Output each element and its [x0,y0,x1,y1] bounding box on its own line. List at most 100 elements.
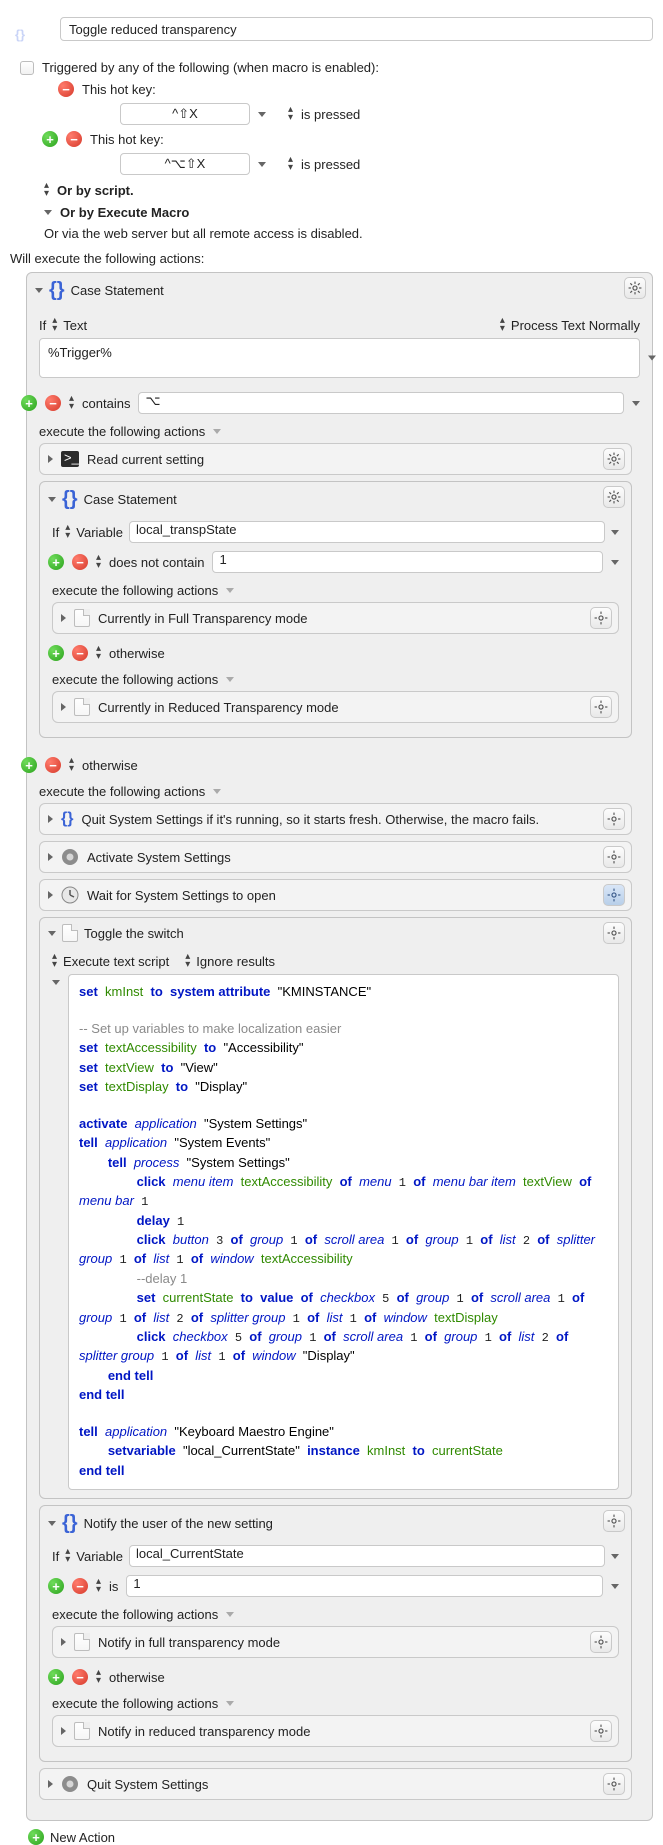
add-branch-button[interactable]: + [48,1669,64,1685]
branch-op[interactable]: otherwise [109,1670,165,1685]
add-trigger-button[interactable]: + [42,131,58,147]
disclosure-toggle[interactable] [48,891,53,899]
action-gear-button[interactable] [590,1720,612,1742]
disclosure-toggle[interactable] [48,497,56,502]
stepper-icon[interactable] [69,756,74,774]
hotkey-mode[interactable]: is pressed [301,107,360,122]
text-input[interactable]: %Trigger% [39,338,640,378]
exec-macro-trigger-label[interactable]: Or by Execute Macro [60,205,189,220]
process-text-label[interactable]: Process Text Normally [511,318,640,333]
case-statement-action[interactable]: {} Notify the user of the new setting If… [39,1505,632,1762]
action-gear-button[interactable] [624,277,646,299]
stepper-icon[interactable] [44,181,49,199]
stepper-icon[interactable] [288,105,293,123]
action-gear-button[interactable] [603,808,625,830]
chevron-down-icon[interactable] [213,789,221,794]
stepper-icon[interactable] [288,155,293,173]
action-row[interactable]: {} Quit System Settings if it's running,… [39,803,632,835]
variable-input[interactable]: local_CurrentState [129,1545,605,1567]
execute-mode[interactable]: Execute text script [63,954,169,969]
chevron-down-icon[interactable] [632,401,640,406]
action-row[interactable]: Currently in Full Transparency mode [52,602,619,634]
branch-op[interactable]: is [109,1579,118,1594]
action-gear-button[interactable] [603,1510,625,1532]
macro-title-input[interactable] [60,17,653,41]
remove-branch-button[interactable]: − [45,757,61,773]
script-text[interactable]: set kmInst to system attribute "KMINSTAN… [68,974,619,1490]
action-gear-button[interactable] [603,884,625,906]
chevron-down-icon[interactable] [226,588,234,593]
chevron-down-icon[interactable] [226,1612,234,1617]
ignore-results[interactable]: Ignore results [196,954,275,969]
disclosure-toggle[interactable] [48,1780,53,1788]
add-branch-button[interactable]: + [48,645,64,661]
branch-op[interactable]: contains [82,396,130,411]
add-branch-button[interactable]: + [21,395,37,411]
stepper-icon[interactable] [69,394,74,412]
disclosure-toggle[interactable] [48,1521,56,1526]
execute-script-action[interactable]: Toggle the switch Execute text script Ig… [39,917,632,1499]
remove-branch-button[interactable]: − [72,645,88,661]
chevron-down-icon[interactable] [44,210,52,215]
if-type[interactable]: Text [63,318,87,333]
add-branch-button[interactable]: + [48,1578,64,1594]
action-gear-button[interactable] [603,1773,625,1795]
branch-value-input[interactable]: 1 [126,1575,603,1597]
stepper-icon[interactable] [500,316,505,334]
action-row[interactable]: >_ Read current setting [39,443,632,475]
branch-op[interactable]: does not contain [109,555,204,570]
stepper-icon[interactable] [96,553,101,571]
remove-branch-button[interactable]: − [45,395,61,411]
remove-trigger-button[interactable]: − [66,131,82,147]
stepper-icon[interactable] [185,952,190,970]
remove-branch-button[interactable]: − [72,1578,88,1594]
action-gear-button[interactable] [603,846,625,868]
disclosure-toggle[interactable] [61,703,66,711]
variable-input[interactable]: local_transpState [129,521,605,543]
disclosure-toggle[interactable] [61,1638,66,1646]
add-branch-button[interactable]: + [21,757,37,773]
if-type[interactable]: Variable [76,1549,123,1564]
script-trigger-label[interactable]: Or by script. [57,183,134,198]
chevron-down-icon[interactable] [226,677,234,682]
stepper-icon[interactable] [96,1668,101,1686]
action-row[interactable]: Notify in reduced transparency mode [52,1715,619,1747]
stepper-icon[interactable] [96,1577,101,1595]
disclosure-toggle[interactable] [52,980,60,985]
chevron-down-icon[interactable] [611,530,619,535]
chevron-down-icon[interactable] [648,356,656,361]
hotkey-mode[interactable]: is pressed [301,157,360,172]
branch-value-input[interactable]: 1 [212,551,603,573]
new-action-button[interactable]: + New Action [28,1829,653,1845]
chevron-down-icon[interactable] [258,112,266,117]
branch-op[interactable]: otherwise [82,758,138,773]
hotkey-input[interactable]: ^⇧X [120,103,250,125]
case-statement-action[interactable]: {} Case Statement If Text Process Text N… [26,272,653,1821]
action-gear-button[interactable] [590,1631,612,1653]
disclosure-toggle[interactable] [61,614,66,622]
add-branch-button[interactable]: + [48,554,64,570]
stepper-icon[interactable] [65,1547,70,1565]
chevron-down-icon[interactable] [226,1701,234,1706]
action-gear-button[interactable] [590,607,612,629]
hotkey-input[interactable]: ^⌥⇧X [120,153,250,175]
enable-trigger-checkbox[interactable] [20,61,34,75]
chevron-down-icon[interactable] [611,560,619,565]
disclosure-toggle[interactable] [48,455,53,463]
remove-branch-button[interactable]: − [72,1669,88,1685]
chevron-down-icon[interactable] [611,1584,619,1589]
if-type[interactable]: Variable [76,525,123,540]
chevron-down-icon[interactable] [213,429,221,434]
remove-branch-button[interactable]: − [72,554,88,570]
action-gear-button[interactable] [603,486,625,508]
stepper-icon[interactable] [96,644,101,662]
stepper-icon[interactable] [52,952,57,970]
disclosure-toggle[interactable] [48,815,53,823]
action-gear-button[interactable] [603,448,625,470]
action-row[interactable]: Currently in Reduced Transparency mode [52,691,619,723]
action-gear-button[interactable] [590,696,612,718]
branch-op[interactable]: otherwise [109,646,165,661]
branch-value-input[interactable]: ⌥ [138,392,624,414]
remove-trigger-button[interactable]: − [58,81,74,97]
chevron-down-icon[interactable] [611,1554,619,1559]
